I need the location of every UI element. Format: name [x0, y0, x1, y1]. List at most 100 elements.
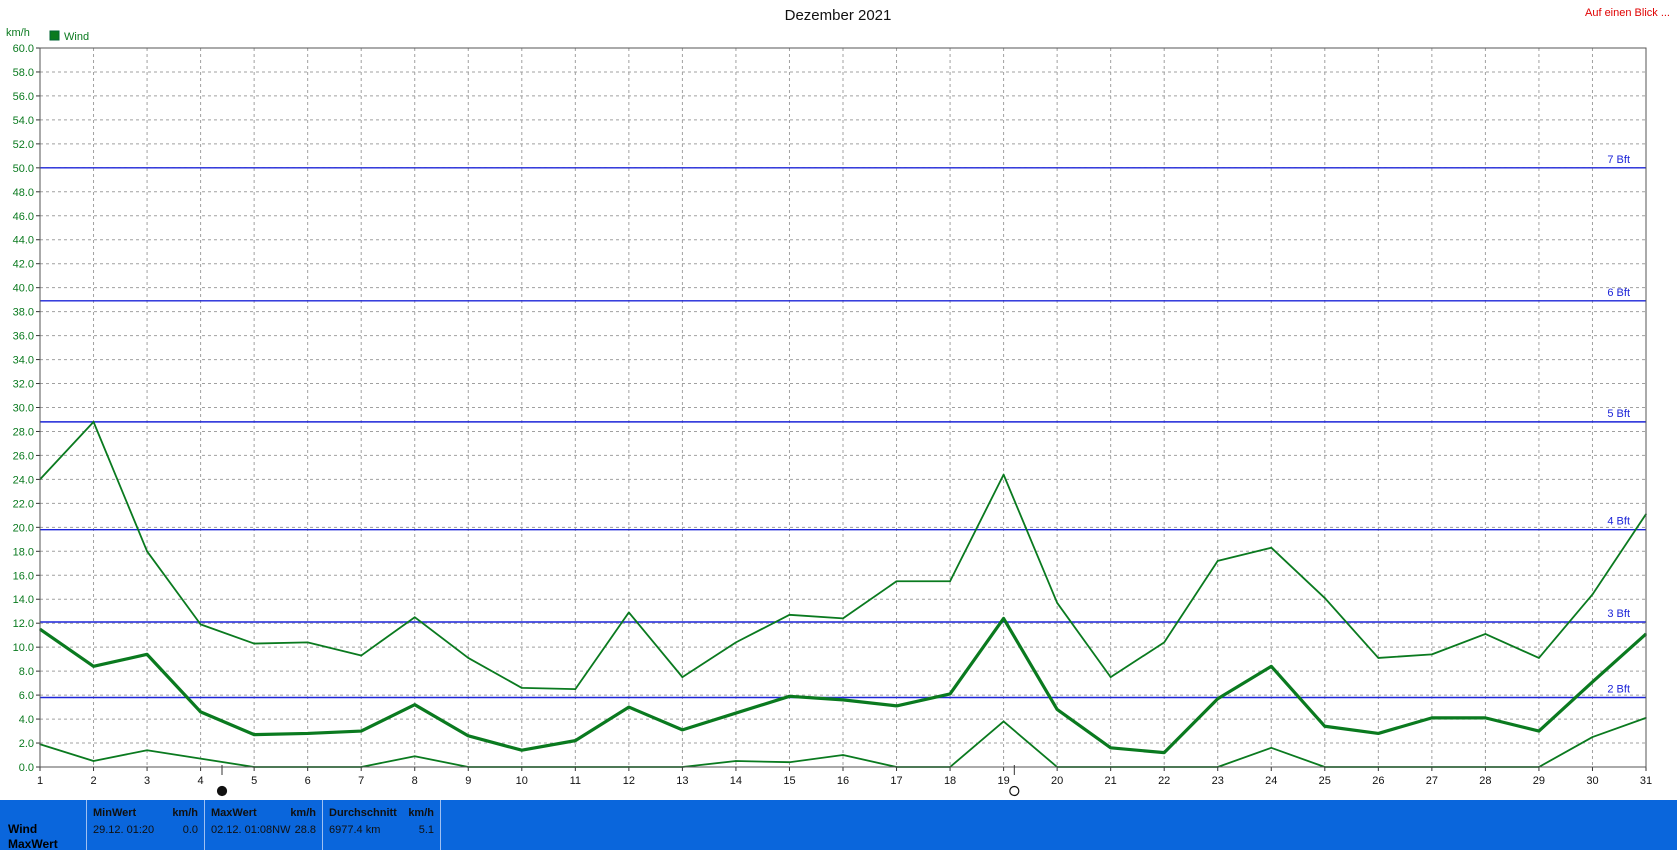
legend-color-swatch [49, 30, 60, 41]
stats-col-divider-left [0, 800, 87, 850]
data-point [574, 739, 577, 742]
beaufort-label: 6 Bft [1607, 287, 1630, 299]
x-tick-label: 7 [358, 775, 364, 787]
x-tick-label: 8 [412, 775, 418, 787]
y-axis-unit: km/h [6, 27, 30, 39]
data-point [1324, 597, 1326, 599]
data-point [1002, 720, 1005, 723]
y-tick-label: 60.0 [13, 43, 34, 55]
x-tick-label: 9 [465, 775, 471, 787]
data-point [574, 688, 577, 690]
x-tick-label: 14 [730, 775, 742, 787]
y-tick-label: 6.0 [19, 690, 34, 702]
data-point [735, 641, 737, 644]
overview-link[interactable]: Auf einen Blick ... [1585, 7, 1670, 19]
data-point [199, 623, 202, 626]
x-tick-label: 12 [623, 775, 635, 787]
data-point [199, 711, 202, 713]
data-point [788, 695, 791, 698]
data-point [1591, 681, 1594, 683]
data-point [413, 616, 416, 619]
data-point [1538, 730, 1540, 732]
data-point [306, 732, 309, 735]
x-tick-label: 23 [1212, 775, 1224, 787]
data-point [92, 760, 95, 762]
x-tick-label: 26 [1372, 775, 1384, 787]
data-point [842, 754, 844, 756]
x-tick-label: 31 [1640, 775, 1652, 787]
x-tick-label: 25 [1319, 775, 1331, 787]
y-tick-label: 44.0 [13, 235, 34, 247]
x-tick-label: 19 [997, 775, 1009, 787]
x-tick-label: 13 [676, 775, 688, 787]
data-point [1538, 657, 1540, 659]
stats-max-value: 28.8 [294, 824, 316, 836]
data-point [1484, 717, 1487, 719]
data-point [1270, 546, 1273, 549]
data-point [413, 703, 416, 706]
data-point [360, 654, 363, 657]
data-point [895, 705, 898, 707]
x-tick-label: 21 [1105, 775, 1117, 787]
data-point [146, 550, 148, 553]
data-point [735, 760, 737, 762]
data-point [895, 580, 898, 583]
stats-avg-distance: 6977.4 km [329, 824, 381, 836]
data-point [521, 687, 523, 689]
y-tick-label: 12.0 [13, 618, 34, 630]
data-point [681, 729, 684, 731]
data-point [1377, 657, 1380, 659]
data-point [92, 421, 95, 423]
stats-max-cell: MaxWert km/h 02.12. 01:08NW 28.8 [205, 800, 323, 850]
data-point [1216, 697, 1219, 700]
data-point [521, 749, 523, 752]
data-point [1270, 665, 1273, 668]
x-tick-label: 11 [570, 775, 581, 787]
y-tick-label: 10.0 [13, 642, 34, 654]
y-tick-label: 40.0 [13, 283, 34, 295]
y-tick-label: 54.0 [13, 115, 34, 127]
data-point [1431, 717, 1433, 719]
data-point [1002, 617, 1005, 620]
data-point [1431, 653, 1433, 656]
stats-avg-cell: Durchschnitt km/h 6977.4 km 5.1 [323, 800, 441, 850]
data-point [92, 665, 95, 668]
stats-min-header: MinWert [93, 807, 137, 819]
x-tick-label: 16 [837, 775, 849, 787]
y-tick-label: 52.0 [13, 139, 34, 151]
x-tick-label: 2 [90, 775, 96, 787]
x-tick-label: 24 [1265, 775, 1277, 787]
y-tick-label: 42.0 [13, 259, 34, 271]
y-tick-label: 28.0 [13, 426, 34, 438]
new-moon-icon [216, 785, 228, 797]
y-tick-label: 22.0 [13, 498, 34, 510]
data-point [735, 712, 737, 714]
x-tick-label: 29 [1533, 775, 1545, 787]
data-point [253, 642, 255, 645]
data-point [842, 617, 844, 620]
data-point [628, 611, 630, 614]
stats-min-value: 0.0 [182, 824, 198, 836]
y-tick-label: 18.0 [13, 546, 34, 558]
data-point [628, 706, 630, 708]
data-point [1109, 747, 1112, 749]
data-point [949, 580, 951, 583]
stats-min-time: 29.12. 01:20 [93, 824, 155, 836]
data-point [413, 755, 416, 758]
y-tick-label: 20.0 [13, 522, 34, 534]
x-tick-label: 3 [144, 775, 150, 787]
y-tick-label: 14.0 [13, 594, 34, 606]
x-tick-label: 1 [37, 775, 43, 787]
data-point [146, 749, 148, 752]
stats-max-header: MaxWert [211, 807, 257, 819]
data-point [1216, 560, 1219, 562]
data-point [360, 730, 363, 732]
data-point [788, 614, 791, 616]
x-tick-label: 27 [1426, 775, 1438, 787]
grid-layer [40, 48, 1646, 767]
stats-max-unit: km/h [290, 807, 316, 819]
x-tick-label: 18 [944, 775, 956, 787]
statistics-panel: Wind MaxWert MinWert km/h 29.12. 01:20 0… [0, 800, 1677, 851]
chart-title: Dezember 2021 [785, 7, 892, 24]
y-tick-label: 4.0 [19, 714, 34, 726]
